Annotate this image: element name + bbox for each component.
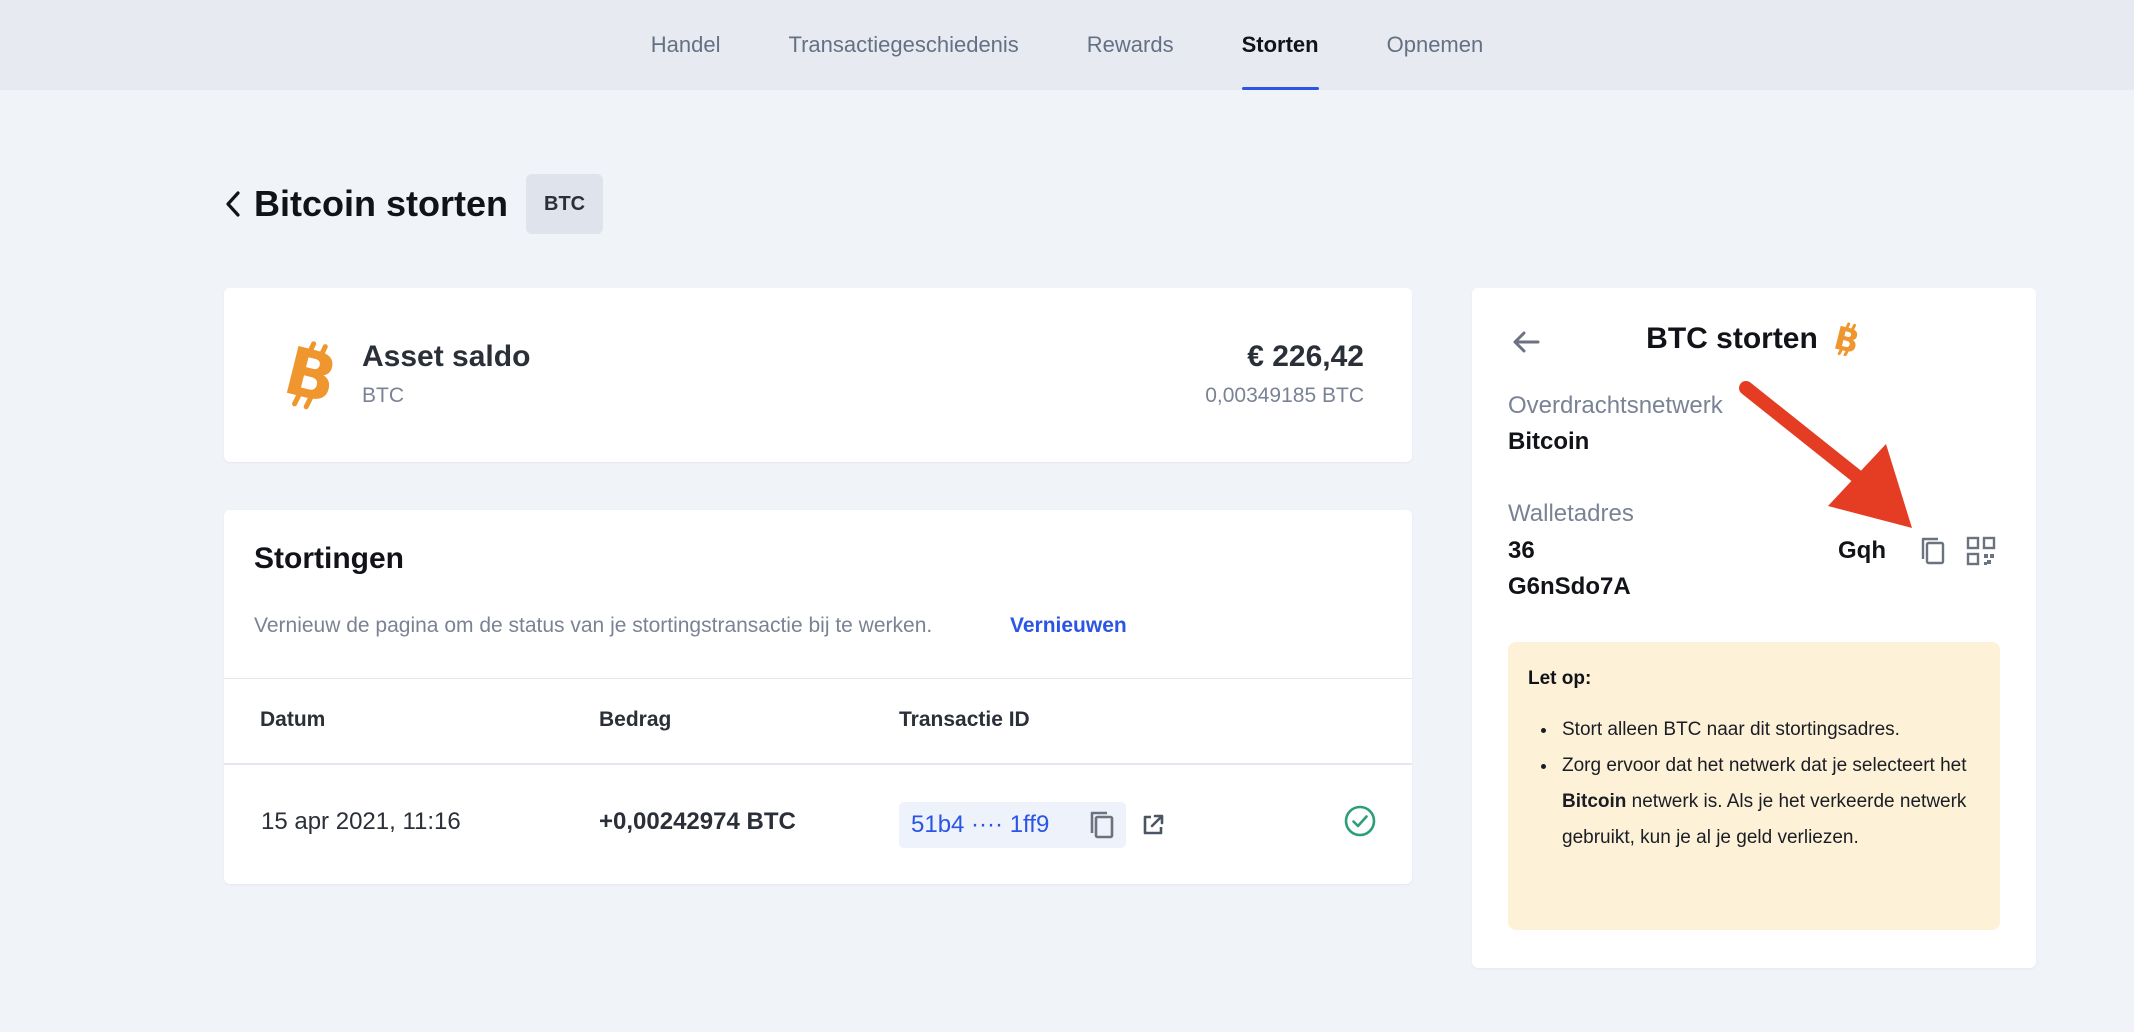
- tab-opnemen[interactable]: Opnemen: [1353, 0, 1518, 90]
- txid-pill: 51b4 ···· 1ff9: [899, 802, 1126, 848]
- column-header-txid: Transactie ID: [899, 708, 1030, 731]
- txid-link[interactable]: 51b4 ···· 1ff9: [911, 811, 1084, 839]
- asset-balance-card: B Asset saldo BTC € 226,42 0,00349185 BT…: [224, 288, 1412, 462]
- warning-notice: Let op: Stort alleen BTC naar dit storti…: [1508, 642, 2000, 930]
- check-circle-icon: [1342, 803, 1378, 839]
- wallet-address-start[interactable]: 36: [1508, 537, 1535, 565]
- notice-item-text: Zorg ervoor dat het netwerk dat je selec…: [1562, 755, 1967, 776]
- nav-tabs: Handel Transactiegeschiedenis Rewards St…: [617, 0, 1517, 90]
- network-label: Overdrachtsnetwerk: [1508, 392, 1723, 419]
- wallet-label: Walletadres: [1508, 500, 1634, 527]
- deposits-title: Stortingen: [254, 542, 404, 575]
- notice-item: Zorg ervoor dat het netwerk dat je selec…: [1558, 748, 1978, 856]
- divider: [224, 678, 1412, 679]
- refresh-hint: Vernieuw de pagina om de status van je s…: [254, 614, 933, 637]
- panel-title-row: BTC storten B: [1472, 319, 2036, 362]
- notice-item-bold: Bitcoin: [1562, 791, 1627, 812]
- notice-title: Let op:: [1528, 668, 1592, 689]
- row-date: 15 apr 2021, 11:16: [261, 808, 461, 835]
- tab-rewards[interactable]: Rewards: [1053, 0, 1208, 90]
- wallet-address-end[interactable]: Gqh: [1838, 537, 1886, 565]
- address-actions: [1916, 534, 1998, 568]
- column-header-amount: Bedrag: [599, 708, 672, 731]
- divider: [224, 763, 1412, 765]
- copy-icon[interactable]: [1916, 534, 1950, 568]
- qr-code-icon[interactable]: [1964, 534, 1998, 568]
- column-header-date: Datum: [260, 708, 326, 731]
- tab-storten[interactable]: Storten: [1208, 0, 1353, 90]
- bitcoin-icon: B: [276, 332, 346, 419]
- page-header: Bitcoin storten BTC: [224, 174, 604, 234]
- network-value: Bitcoin: [1508, 428, 1590, 455]
- crypto-balance: 0,00349185 BTC: [1205, 384, 1364, 407]
- top-navigation: Handel Transactiegeschiedenis Rewards St…: [0, 0, 2134, 90]
- fiat-balance: € 226,42: [1247, 340, 1364, 373]
- notice-list: Stort alleen BTC naar dit stortingsadres…: [1558, 712, 1978, 856]
- external-link-icon[interactable]: [1138, 810, 1168, 840]
- wallet-address-line2[interactable]: G6nSdo7A: [1508, 573, 1631, 601]
- row-amount: +0,00242974 BTC: [599, 808, 796, 835]
- refresh-link[interactable]: Vernieuwen: [1010, 614, 1127, 638]
- panel-title: BTC storten: [1646, 322, 1818, 355]
- tab-handel[interactable]: Handel: [617, 0, 755, 90]
- ticker-badge: BTC: [526, 174, 604, 234]
- notice-item-text: Stort alleen BTC naar dit stortingsadres…: [1562, 719, 1900, 740]
- notice-item: Stort alleen BTC naar dit stortingsadres…: [1558, 712, 1978, 748]
- deposits-card: Stortingen Vernieuw de pagina om de stat…: [224, 510, 1412, 884]
- page-title: Bitcoin storten: [254, 183, 509, 224]
- asset-name: Asset saldo: [362, 340, 531, 373]
- back-chevron-icon[interactable]: [224, 186, 248, 222]
- tab-transactiegeschiedenis[interactable]: Transactiegeschiedenis: [754, 0, 1052, 90]
- copy-icon[interactable]: [1084, 807, 1120, 843]
- asset-symbol: BTC: [362, 384, 404, 407]
- deposit-panel: BTC storten B Overdrachtsnetwerk Bitcoin…: [1472, 288, 2036, 968]
- bitcoin-icon: B: [1830, 319, 1863, 362]
